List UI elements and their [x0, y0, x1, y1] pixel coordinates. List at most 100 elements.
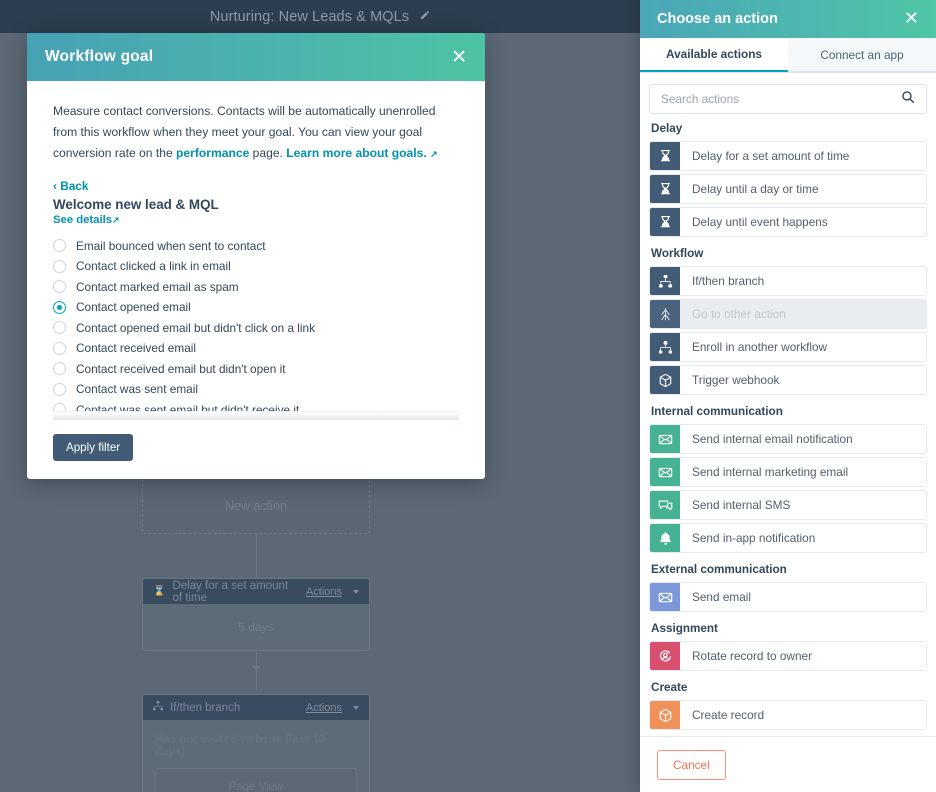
card-actions-button[interactable]: Actions [306, 702, 342, 714]
goal-option-label: Email bounced when sent to contact [76, 238, 266, 253]
radio-button[interactable] [53, 239, 66, 253]
performance-link[interactable]: performance [176, 146, 249, 160]
bell-icon [650, 524, 680, 552]
goal-option-row[interactable]: Contact opened email but didn't click on… [53, 317, 459, 338]
radio-button[interactable] [53, 321, 66, 335]
card-body: 5 days [238, 620, 274, 634]
card-title: If/then branch [170, 701, 241, 714]
radio-button[interactable] [53, 362, 66, 376]
learn-more-link[interactable]: Learn more about goals. [286, 146, 426, 160]
action-item-label: Rotate record to owner [692, 649, 812, 663]
action-item-label: Delay until event happens [692, 215, 828, 229]
goal-name: Welcome new lead & MQL [53, 197, 219, 213]
action-item[interactable]: Delay until event happens [649, 207, 927, 237]
radio-button[interactable] [53, 403, 66, 411]
chevron-down-icon [353, 705, 359, 710]
search-icon[interactable] [901, 90, 915, 109]
goal-option-row[interactable]: Contact was sent email [53, 379, 459, 400]
goal-option-row[interactable]: Contact opened email [53, 297, 459, 318]
action-item[interactable]: Send in-app notification [649, 523, 927, 553]
workflow-goal-modal: Workflow goal ✕ Measure contact conversi… [27, 33, 485, 479]
goal-option-row[interactable]: Email bounced when sent to contact [53, 235, 459, 256]
envelope-icon [650, 458, 680, 486]
action-item-label: Go to other action [692, 307, 786, 321]
goal-option-label: Contact was sent email [76, 382, 198, 397]
action-item[interactable]: Enroll in another workflow [649, 332, 927, 362]
panel-tabs: Available actions Connect an app [640, 38, 936, 73]
workflow-card-branch[interactable]: If/then branch Actions Has not visited w… [142, 694, 370, 792]
external-link-icon: ↗ [430, 149, 438, 160]
action-item[interactable]: Rotate record to owner [649, 641, 927, 671]
radio-button[interactable] [53, 259, 66, 273]
close-icon[interactable]: ✕ [904, 10, 919, 28]
action-item[interactable]: Create record [649, 700, 927, 730]
goal-option-label: Contact received email [76, 341, 196, 356]
radio-button-selected[interactable] [53, 300, 66, 314]
search-area [640, 73, 936, 120]
tab-connect-an-app[interactable]: Connect an app [788, 38, 936, 72]
card-title: Delay for a set amount of time [172, 579, 289, 604]
hourglass-icon: ⌛ [153, 585, 166, 597]
action-group-title: Workflow [651, 247, 704, 260]
modal-footer: Apply filter [27, 411, 485, 479]
pencil-icon[interactable] [419, 10, 430, 24]
goal-description-text-2: page. [249, 146, 287, 161]
action-item[interactable]: Delay for a set amount of time [649, 141, 927, 171]
radio-button[interactable] [53, 382, 66, 396]
hourglass-icon [650, 208, 680, 236]
back-link[interactable]: ‹ Back [53, 179, 459, 193]
action-group-title: Delay [651, 122, 683, 135]
branch-subcard-title: Page View [228, 781, 284, 792]
close-icon[interactable]: ✕ [451, 47, 467, 67]
tab-available-actions[interactable]: Available actions [640, 38, 788, 72]
goal-option-row[interactable]: Contact received email but didn't open i… [53, 358, 459, 379]
envelope-icon [650, 425, 680, 453]
goal-option-row[interactable]: Contact clicked a link in email [53, 256, 459, 277]
goal-description: Measure contact conversions. Contacts wi… [53, 101, 459, 164]
action-item-label: Send email [692, 590, 752, 604]
connector-line [256, 652, 257, 690]
new-action-card[interactable]: New action [142, 478, 370, 534]
new-action-label: New action [225, 499, 287, 513]
enroll-icon [650, 333, 680, 361]
radio-button[interactable] [53, 341, 66, 355]
chat-icon [650, 491, 680, 519]
external-link-icon: ↗ [112, 215, 120, 226]
panel-header: Choose an action ✕ [640, 0, 936, 38]
action-group-title: Create [651, 681, 688, 694]
action-group-title: Assignment [651, 622, 718, 635]
goal-option-label: Contact was sent email but didn't receiv… [76, 402, 300, 411]
search-box[interactable] [649, 84, 927, 114]
connector-arrow-icon [252, 666, 260, 671]
action-group-title: External communication [651, 563, 787, 576]
see-details-link[interactable]: See details↗ [53, 214, 459, 226]
action-item[interactable]: If/then branch [649, 266, 927, 296]
radio-button[interactable] [53, 280, 66, 294]
card-actions-button[interactable]: Actions [306, 586, 342, 598]
action-item[interactable]: Send internal marketing email [649, 457, 927, 487]
action-item[interactable]: Send internal SMS [649, 490, 927, 520]
hourglass-icon [650, 175, 680, 203]
goal-option-row[interactable]: Contact received email [53, 338, 459, 359]
action-item-label: If/then branch [692, 274, 765, 288]
action-item[interactable]: Send email [649, 582, 927, 612]
choose-action-panel: Choose an action ✕ Available actions Con… [640, 0, 936, 792]
action-item[interactable]: Delay until a day or time [649, 174, 927, 204]
chevron-down-icon [353, 589, 359, 594]
actions-list[interactable]: Delay Delay for a set amount of time Delay… [640, 120, 936, 736]
action-item[interactable]: Send internal email notification [649, 424, 927, 454]
apply-filter-button[interactable]: Apply filter [53, 434, 134, 461]
card-body: Has not visited website (last 10 days) P… [143, 720, 369, 792]
workflow-card-delay[interactable]: ⌛ Delay for a set amount of time Actions… [142, 578, 370, 651]
goal-option-row[interactable]: Contact was sent email but didn't receiv… [53, 399, 459, 411]
action-item-label: Send internal marketing email [692, 465, 849, 479]
cancel-button[interactable]: Cancel [657, 749, 726, 780]
panel-footer: Cancel [640, 736, 936, 792]
goto-icon [650, 300, 680, 328]
envelope-icon [650, 583, 680, 611]
action-item[interactable]: Trigger webhook [649, 365, 927, 395]
action-item-label: Delay until a day or time [692, 182, 819, 196]
goal-option-row[interactable]: Contact marked email as spam [53, 276, 459, 297]
search-input[interactable] [661, 92, 901, 106]
cube-icon [650, 366, 680, 394]
